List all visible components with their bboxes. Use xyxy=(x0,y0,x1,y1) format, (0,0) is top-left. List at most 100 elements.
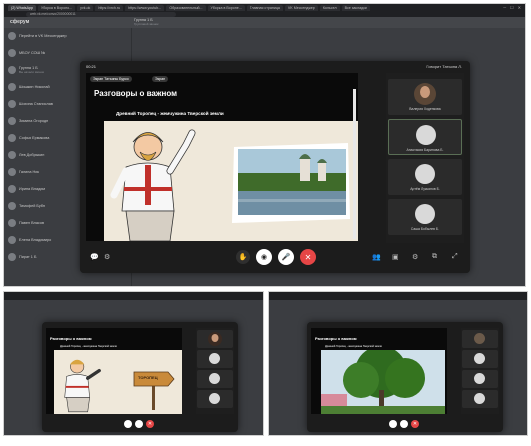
participant-avatar xyxy=(209,393,220,404)
camera-icon: ◉ xyxy=(260,254,268,261)
slide-image xyxy=(104,121,358,241)
tab[interactable]: Уборка в Вороно... xyxy=(37,5,76,11)
tab[interactable]: Образовательный... xyxy=(166,5,206,11)
hangup-button[interactable]: ✕ xyxy=(300,249,316,265)
participant-avatar xyxy=(209,373,220,384)
chat-list-item[interactable]: Перейти в VK Мессенджер xyxy=(8,31,67,40)
gear-icon[interactable]: ⚙ xyxy=(104,253,110,261)
slide-subtitle: Древний Торопец - жемчужина Тверской зем… xyxy=(325,345,382,348)
chat-list-item[interactable]: Лев Добрыкин xyxy=(8,150,44,159)
tab[interactable]: Уборка в Вороне... xyxy=(207,5,245,11)
participant-tile[interactable] xyxy=(462,390,498,408)
tab[interactable]: Главная страница xyxy=(246,5,283,11)
tab[interactable]: (2) WhatsApp xyxy=(8,5,36,11)
chat-list-item[interactable]: Тимофей Бубн xyxy=(8,201,45,210)
shared-screen: Разговоры о важном Древний Торопец - жем… xyxy=(46,328,182,414)
chat-list-item[interactable]: Павел Власов xyxy=(8,218,44,227)
participant-tile[interactable] xyxy=(462,370,498,388)
participant-tile[interactable]: Анастасия Баринова Б. xyxy=(388,119,462,155)
people-icon[interactable]: 👥 xyxy=(372,253,381,261)
tab[interactable]: Кольсел xyxy=(319,5,340,11)
avatar xyxy=(8,184,16,193)
participant-avatar xyxy=(474,393,485,404)
chat-list-item[interactable]: Шишкин Николай xyxy=(8,82,50,91)
participant-tile[interactable] xyxy=(197,390,233,408)
slide-scrollbar[interactable] xyxy=(353,89,356,239)
chat-list-item[interactable]: Группа 1 Б Вы начали звонок xyxy=(8,65,44,74)
tab[interactable]: yvk.ok xyxy=(77,5,94,11)
hand-button[interactable]: ✋ xyxy=(236,250,250,264)
camera-button[interactable] xyxy=(389,420,397,428)
layout-icon[interactable]: ⧉ xyxy=(432,253,437,261)
chat-list-item[interactable]: МБОУ СОШ № xyxy=(8,48,45,57)
participant-tile[interactable] xyxy=(197,330,233,348)
chat-name: Перейти в VK Мессенджер xyxy=(19,33,67,38)
avatar xyxy=(8,150,16,159)
chat-list-item[interactable]: Софья Ермакова xyxy=(8,133,49,142)
avatar xyxy=(8,82,16,91)
slide-title: Разговоры о важном xyxy=(50,336,92,341)
slide-image: ТОРОПЕЦ xyxy=(54,350,182,414)
chat-preview: Вы начали звонок xyxy=(19,69,44,74)
chat-list-item[interactable]: Ирина Владим xyxy=(8,184,45,193)
presenter-pill[interactable]: Экран Татьяны Бурко xyxy=(90,76,132,82)
avatar xyxy=(8,99,16,108)
chat-list-item[interactable]: Елена Владимиро xyxy=(8,235,51,244)
avatar xyxy=(8,133,16,142)
mic-button[interactable]: 🎤 xyxy=(278,249,294,265)
screen-icon[interactable]: ▣ xyxy=(392,253,399,261)
tab[interactable]: https://vrch.ru xyxy=(95,5,124,11)
chat-list-item[interactable]: Зимина Огородн xyxy=(8,116,48,125)
folk-character-illustration xyxy=(110,129,196,241)
participant-avatar xyxy=(416,125,436,145)
participant-avatar xyxy=(474,353,485,364)
browser-chrome xyxy=(269,292,527,300)
participant-tile[interactable]: Артём Лукьянов Б. xyxy=(388,159,462,195)
window-controls[interactable]: ─ ☐ ✕ xyxy=(503,5,521,10)
chat-list-item[interactable]: Шохина Станислав xyxy=(8,99,53,108)
fullscreen-icon[interactable]: ⤢ xyxy=(452,253,458,261)
gear-icon[interactable]: ⚙ xyxy=(412,253,418,261)
avatar xyxy=(8,167,16,176)
participant-tile[interactable] xyxy=(462,350,498,368)
participant-tile[interactable] xyxy=(197,370,233,388)
speaker-label: Говорит Татьяна Л. xyxy=(426,64,462,69)
participant-tile[interactable] xyxy=(462,330,498,348)
participant-tile[interactable]: Саша Бобылев Б. xyxy=(388,199,462,235)
shared-screen: Экран Татьяны Бурко Экран Разговоры о ва… xyxy=(86,73,358,241)
avatar xyxy=(8,201,16,210)
call-window: 00:21 Говорит Татьяна Л. Экран Татьяны Б… xyxy=(80,61,470,273)
tab[interactable]: Все закладки xyxy=(341,5,370,11)
mic-button[interactable] xyxy=(400,420,408,428)
tree-photo xyxy=(321,350,445,414)
participants-panel xyxy=(196,328,234,414)
chat-list-item[interactable]: Галина Ник xyxy=(8,167,39,176)
chat-list-item[interactable]: Пират 1 Б xyxy=(8,252,36,261)
camera-button[interactable]: ◉ xyxy=(256,249,272,265)
camera-button[interactable] xyxy=(124,420,132,428)
call-header: 00:21 Говорит Татьяна Л. xyxy=(80,61,470,71)
main-screenshot: (2) WhatsApp Уборка в Вороно... yvk.ok h… xyxy=(3,3,526,287)
hangup-icon: ✕ xyxy=(304,252,312,262)
hangup-icon: ✕ xyxy=(412,421,418,427)
participant-avatar xyxy=(474,333,485,344)
chat-icon[interactable]: 💬 xyxy=(90,253,99,261)
zoom-pill[interactable]: Экран xyxy=(152,76,169,82)
tab[interactable]: https://www.youtub... xyxy=(125,5,165,11)
chat-name: Софья Ермакова xyxy=(19,135,50,140)
call-timer: 00:21 xyxy=(86,64,97,69)
mic-button[interactable] xyxy=(135,420,143,428)
participant-name: Анастасия Баринова Б. xyxy=(406,148,444,152)
slide-title: Разговоры о важном xyxy=(94,89,178,98)
hangup-button[interactable]: ✕ xyxy=(411,420,419,428)
tab[interactable]: VK Мессенджер xyxy=(284,5,318,11)
participant-tile[interactable]: Валерия Ходенкова xyxy=(388,79,462,115)
town-photo xyxy=(232,143,350,223)
avatar xyxy=(8,116,16,125)
participant-tile[interactable] xyxy=(197,350,233,368)
chat-name: Галина Ник xyxy=(19,169,40,174)
chat-name: Лев Добрыкин xyxy=(19,152,45,157)
hangup-button[interactable]: ✕ xyxy=(146,420,154,428)
chat-name: Павел Власов xyxy=(19,220,45,225)
avatar xyxy=(8,65,16,74)
